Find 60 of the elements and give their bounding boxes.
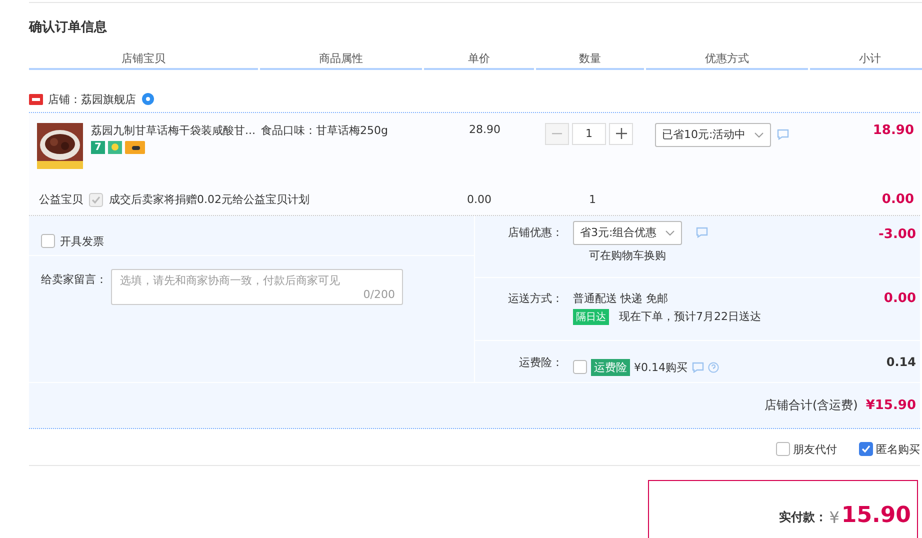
charity-price: 0.00 [467, 193, 492, 206]
option-label: 匿名购买 [876, 442, 920, 457]
chat-icon[interactable] [692, 362, 704, 373]
plus-icon [616, 128, 626, 140]
chat-icon[interactable] [696, 227, 708, 238]
flower-badge-icon [108, 140, 122, 154]
checkbox[interactable] [573, 360, 587, 374]
shop-total-label: 店铺合计(含运费) [764, 396, 858, 414]
unit-price: 28.90 [468, 122, 502, 138]
payment-label: 实付款： [779, 509, 828, 526]
shop-name[interactable]: 店铺：荔园旗舰店 [48, 92, 136, 107]
charity-subtotal: 0.00 [882, 192, 914, 208]
help-icon[interactable] [708, 362, 718, 373]
checkbox[interactable] [41, 234, 55, 248]
return-badge: 7 [91, 140, 105, 154]
column-header: 商品属性 [260, 50, 422, 70]
next-day-badge: 隔日达 [573, 308, 609, 325]
quantity-field[interactable]: 1 [572, 122, 606, 145]
charity-label: 公益宝贝 [39, 192, 83, 208]
section-title: 确认订单信息 [29, 18, 108, 36]
product-title[interactable]: 荔园九制甘草话梅干袋装咸酸甘... [91, 122, 256, 138]
delivery-estimate: 现在下单，预计7月22日送达 [619, 309, 761, 324]
shipping-method: 普通配送 快递 免邮 [573, 290, 669, 306]
checkbox[interactable] [859, 442, 873, 456]
minus-icon [552, 132, 562, 135]
subtotal: 18.90 [872, 122, 914, 138]
shop-total-amount: ¥15.90 [866, 398, 916, 413]
insurance-badge: 运费险 [591, 358, 630, 376]
invoice-label: 开具发票 [60, 234, 104, 249]
insurance-amount: 0.14 [886, 354, 916, 371]
plus-button[interactable] [609, 122, 633, 145]
column-header: 小计 [810, 50, 922, 70]
minus-button[interactable] [545, 122, 569, 145]
discount-note: 可在购物车换购 [588, 248, 666, 263]
chat-icon[interactable] [776, 128, 789, 140]
charity-quantity: 1 [588, 193, 597, 206]
column-header: 数量 [536, 50, 644, 70]
payment-amount: 15.90 [841, 503, 911, 528]
discount-label: 店铺优惠： [507, 224, 563, 241]
chevron-down-icon [754, 132, 764, 138]
currency-symbol: ¥ [829, 508, 840, 528]
product-attribute: 食品口味：甘草话梅250g [261, 122, 389, 139]
charity-text: 成交后卖家将捐赠0.02元给公益宝贝计划 [109, 192, 310, 208]
character-counter: 0/200 [363, 288, 395, 301]
discount-select[interactable]: 省3元:组合优惠 [573, 220, 682, 245]
checkbox[interactable] [89, 192, 103, 207]
checkbox[interactable] [776, 442, 790, 456]
option-label: 朋友代付 [793, 442, 837, 457]
card-icon [125, 140, 145, 154]
column-header: 单价 [424, 50, 534, 70]
insurance-price: ¥0.14购买 [634, 360, 688, 375]
message-label: 给卖家留言： [41, 272, 107, 288]
chevron-down-icon [664, 230, 675, 236]
column-header: 优惠方式 [646, 50, 808, 70]
column-header: 店铺宝贝 [29, 50, 258, 70]
shipping-label: 运送方式： [507, 290, 563, 307]
discount-amount: -3.00 [878, 226, 916, 244]
shipping-amount: 0.00 [884, 290, 916, 308]
promotion-select[interactable]: 已省10元:活动中 [655, 122, 771, 147]
insurance-label: 运费险： [518, 354, 563, 371]
